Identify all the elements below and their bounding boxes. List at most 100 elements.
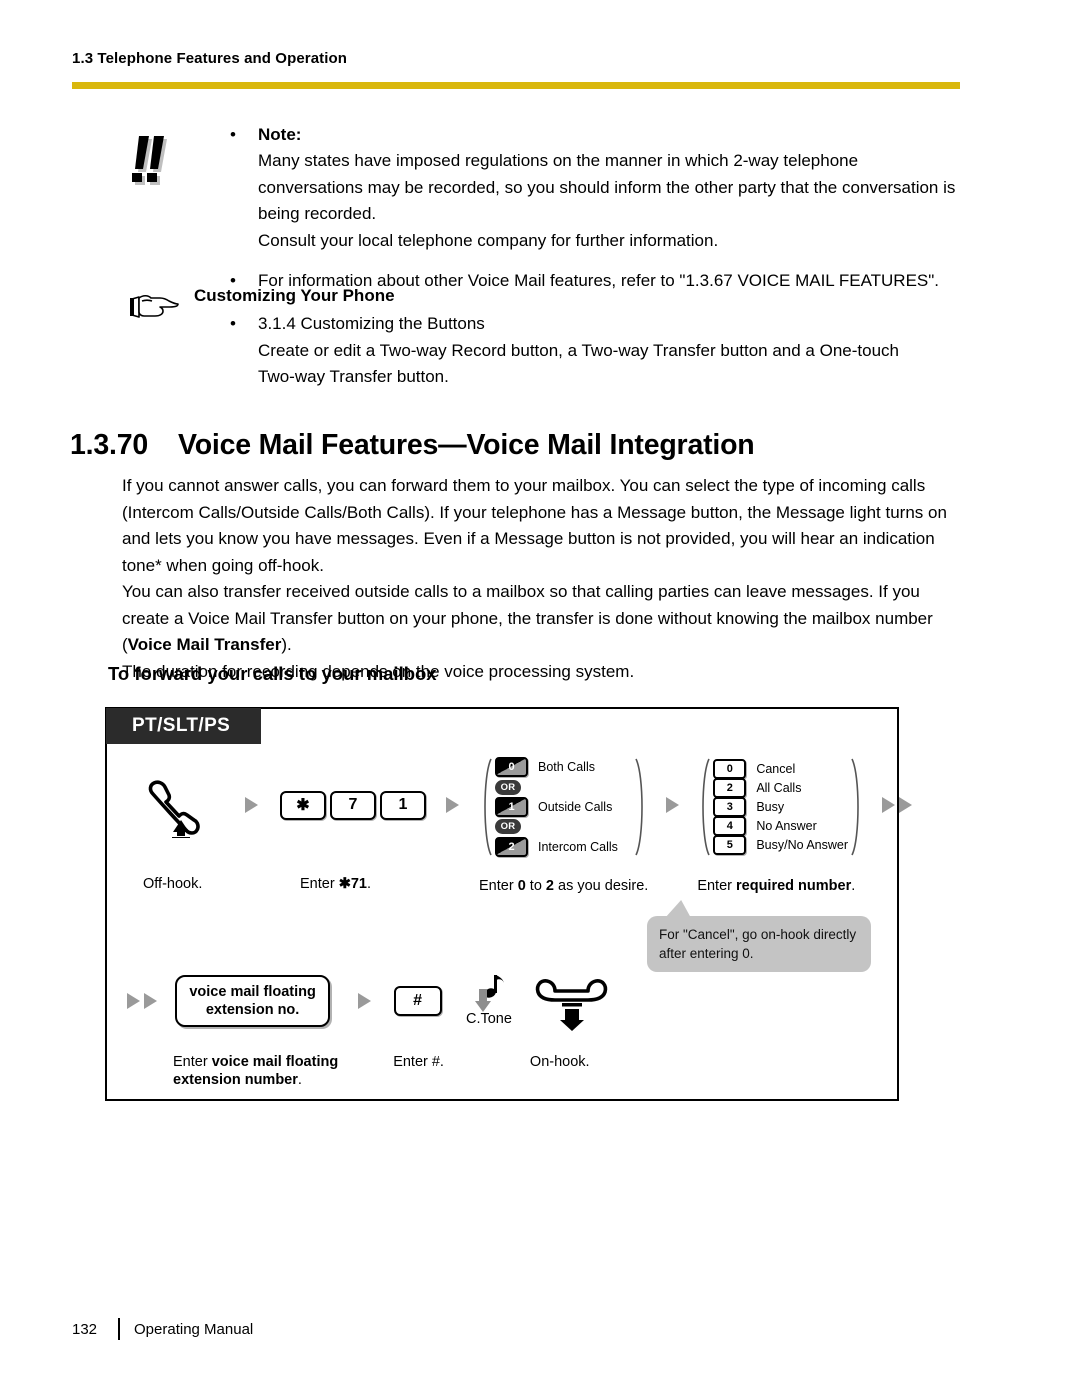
step-enter-hash-caption: Enter #. bbox=[393, 1054, 444, 1070]
bullet-icon: • bbox=[230, 314, 236, 333]
step-off-hook-caption: Off-hook. bbox=[143, 876, 203, 892]
confirmation-tone-label: C.Tone bbox=[465, 1011, 512, 1027]
caption-bold-line-2: extension number bbox=[173, 1072, 298, 1088]
intro-paragraph-2: You can also transfer received outside c… bbox=[122, 579, 967, 659]
option-no-answer[interactable]: 4 No Answer bbox=[713, 816, 848, 836]
intro-paragraph-2-text: You can also transfer received outside c… bbox=[122, 582, 933, 628]
key-4[interactable]: 4 bbox=[713, 816, 747, 836]
footer-page-number: 132 bbox=[72, 1320, 98, 1338]
footer-manual-name: Operating Manual bbox=[134, 1320, 254, 1338]
option-label-no-answer: No Answer bbox=[756, 819, 817, 833]
caption-code: ✱71 bbox=[338, 876, 367, 892]
section-number: 1.3.70 bbox=[70, 429, 149, 462]
callout-text: For "Cancel", go on-hook directly after … bbox=[659, 927, 857, 961]
note-heading: Note: bbox=[258, 125, 302, 144]
note-line-2: conversations may be recorded, so you sh… bbox=[258, 177, 956, 197]
option-separator-or-2: OR bbox=[495, 817, 632, 836]
key-0[interactable]: 0 bbox=[495, 757, 528, 778]
caption-prefix: Enter bbox=[300, 876, 339, 892]
voice-mail-floating-extension-box[interactable]: voice mail floating extension no. bbox=[175, 975, 330, 1027]
customizing-item: 3.1.4 Customizing the Buttons bbox=[258, 314, 485, 333]
key-1[interactable]: 1 bbox=[380, 790, 426, 820]
brace-left-icon bbox=[484, 758, 492, 856]
flow-arrow-2 bbox=[444, 757, 461, 853]
subhead-forward-calls: To forward your calls to your mailbox bbox=[108, 663, 437, 684]
option-label-all-calls: All Calls bbox=[756, 781, 802, 795]
section-title-text: Voice Mail Features—Voice Mail Integrati… bbox=[178, 429, 755, 462]
option-busy[interactable]: 3 Busy bbox=[713, 797, 848, 817]
confirmation-tone-icon bbox=[466, 971, 512, 1015]
step-call-type: 0 Both Calls OR 1 Outside Calls OR 2 Int… bbox=[479, 757, 648, 895]
option-label-both-calls: Both Calls bbox=[538, 760, 595, 775]
vm-box-line-1: voice mail floating bbox=[189, 984, 316, 1000]
customizing-line-1: Create or edit a Two-way Record button, … bbox=[258, 340, 899, 360]
caption-suffix: . bbox=[851, 878, 856, 894]
option-all-calls[interactable]: 2 All Calls bbox=[713, 778, 848, 798]
key-0[interactable]: 0 bbox=[713, 759, 747, 779]
key-star[interactable]: ✱ bbox=[280, 790, 326, 820]
option-intercom-calls[interactable]: 2 Intercom Calls bbox=[495, 836, 632, 857]
call-type-option-group: 0 Both Calls OR 1 Outside Calls OR 2 Int… bbox=[479, 757, 648, 857]
step-required-number: 0 Cancel 2 All Calls 3 Busy 4 No Answer … bbox=[697, 757, 864, 895]
caption-prefix: Enter bbox=[173, 1054, 212, 1070]
option-cancel[interactable]: 0 Cancel bbox=[713, 759, 848, 779]
customizing-line-2: Two-way Transfer button. bbox=[258, 367, 449, 386]
intro-paragraphs: If you cannot answer calls, you can forw… bbox=[122, 473, 967, 685]
caption-bold: required number bbox=[736, 878, 852, 894]
flow-row-1: Off-hook. ✱ 7 1 Enter ✱71. 0 Both Calls … bbox=[137, 757, 924, 895]
customizing-bullet-row: • 3.1.4 Customizing the Buttons Create o… bbox=[222, 311, 964, 391]
note-line-1: Many states have imposed regulations on … bbox=[258, 151, 859, 170]
flow-arrow-4-double bbox=[880, 757, 914, 853]
note-bullet-heading-row: • Note: Many states have imposed regulat… bbox=[222, 122, 964, 254]
caption-part-2: to bbox=[525, 878, 546, 894]
caption-part-4: as you desire. bbox=[554, 878, 649, 894]
key-5[interactable]: 5 bbox=[713, 835, 747, 855]
step-off-hook: Off-hook. bbox=[137, 757, 223, 893]
option-separator-or-1: OR bbox=[495, 778, 632, 797]
or-pill-icon: OR bbox=[495, 779, 521, 795]
page-title: 1.3.70 Voice Mail Features—Voice Mail Int… bbox=[70, 429, 970, 462]
option-outside-calls[interactable]: 1 Outside Calls bbox=[495, 797, 632, 818]
key-1[interactable]: 1 bbox=[495, 797, 528, 817]
key-2[interactable]: 2 bbox=[495, 836, 528, 857]
note-line-4: Consult your local telephone company for… bbox=[258, 230, 719, 250]
phone-type-tag: PT/SLT/PS bbox=[106, 708, 261, 744]
step-confirmation-tone: C.Tone bbox=[466, 971, 512, 1027]
caption-suffix: . bbox=[297, 1072, 302, 1088]
note-line-3: being recorded. bbox=[258, 204, 377, 223]
note-block: • Note: Many states have imposed regulat… bbox=[124, 122, 964, 295]
flow-arrow-6 bbox=[356, 971, 373, 1031]
intro-paragraph-1: If you cannot answer calls, you can forw… bbox=[122, 476, 947, 575]
key-3[interactable]: 3 bbox=[713, 797, 747, 817]
page-footer: 132 Operating Manual bbox=[72, 1318, 253, 1340]
key-7[interactable]: 7 bbox=[330, 790, 376, 820]
page-running-head: 1.3 Telephone Features and Operation bbox=[72, 50, 962, 67]
handset-onhook-icon bbox=[530, 971, 614, 1031]
option-label-busy-no-answer: Busy/No Answer bbox=[756, 838, 849, 852]
handset-offhook-icon bbox=[137, 757, 223, 853]
option-both-calls[interactable]: 0 Both Calls bbox=[495, 757, 632, 778]
step-on-hook-caption: On-hook. bbox=[529, 1054, 590, 1070]
caption-part-1: 0 bbox=[517, 878, 526, 894]
option-label-cancel: Cancel bbox=[756, 762, 796, 776]
brace-left-icon bbox=[702, 758, 711, 856]
running-head-text: 1.3 Telephone Features and Operation bbox=[72, 50, 348, 67]
key-2[interactable]: 2 bbox=[713, 778, 747, 798]
or-pill-icon: OR bbox=[495, 819, 521, 835]
required-number-option-group: 0 Cancel 2 All Calls 3 Busy 4 No Answer … bbox=[697, 757, 864, 857]
intro-bold-close: ). bbox=[281, 635, 292, 654]
cancel-callout-bubble: For "Cancel", go on-hook directly after … bbox=[647, 900, 871, 972]
option-label-busy: Busy bbox=[756, 800, 785, 814]
caption-bold-line-1: voice mail floating bbox=[211, 1054, 339, 1070]
step-enter-code: ✱ 7 1 Enter ✱71. bbox=[280, 757, 426, 893]
option-busy-no-answer[interactable]: 5 Busy/No Answer bbox=[713, 835, 849, 855]
step-voice-mail-extension-caption: Enter voice mail floating extension numbe… bbox=[173, 1053, 338, 1089]
customizing-your-phone-block: Customizing Your Phone • 3.1.4 Customizi… bbox=[124, 283, 964, 391]
caption-prefix: Enter bbox=[697, 878, 736, 894]
flow-arrow-3 bbox=[664, 757, 681, 853]
flow-row-2: voice mail floating extension no. Enter … bbox=[107, 971, 614, 1089]
caption-part-0: Enter bbox=[479, 878, 518, 894]
key-hash[interactable]: # bbox=[393, 986, 442, 1016]
step-call-type-caption: Enter 0 to 2 as you desire. bbox=[479, 877, 648, 895]
step-voice-mail-extension: voice mail floating extension no. Enter … bbox=[167, 971, 338, 1089]
